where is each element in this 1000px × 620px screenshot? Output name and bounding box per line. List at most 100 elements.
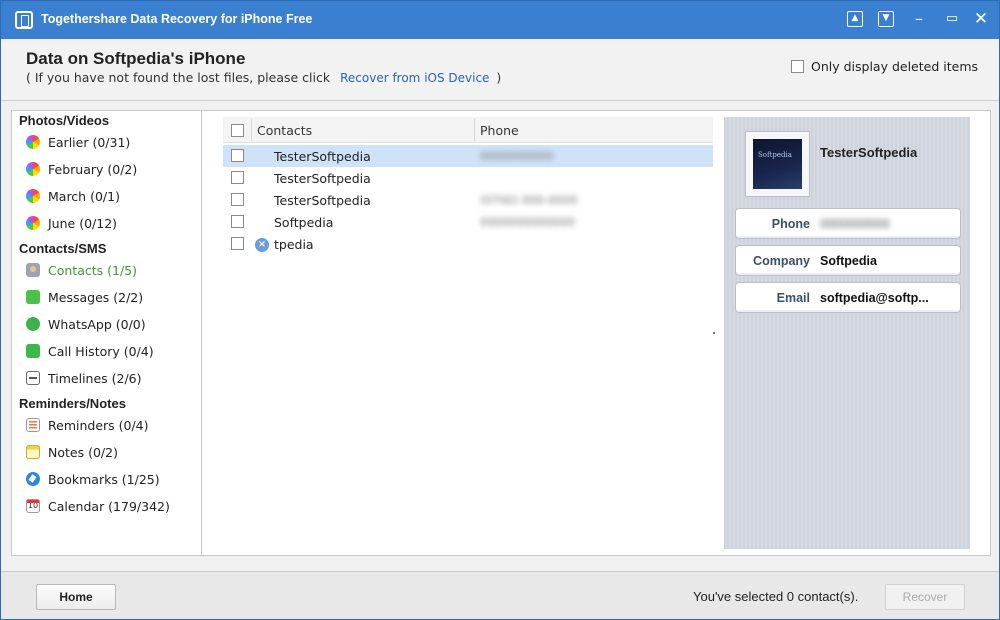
upload-icon[interactable]: ▲ [847, 11, 863, 27]
sidebar-item-label: Notes (0/2) [48, 444, 118, 460]
detail-field-phone: Phone 0000000000 [735, 208, 961, 239]
photos-icon [26, 216, 40, 230]
detail-label-company: Company [753, 254, 810, 268]
table-row[interactable]: TesterSoftpedia (0700) 000-0000 [223, 189, 713, 211]
whatsapp-icon [26, 317, 40, 331]
sidebar-item-label: June (0/12) [48, 215, 118, 231]
column-divider [251, 119, 252, 141]
detail-value-email: softpedia@softp... [820, 291, 929, 305]
table-header: Contacts Phone [223, 117, 713, 143]
reminders-icon [26, 418, 40, 432]
sidebar-item-call-history[interactable]: Call History (0/4) [26, 341, 154, 361]
sidebar-item-bookmarks[interactable]: Bookmarks (1/25) [26, 469, 160, 489]
detail-label-email: Email [776, 291, 810, 305]
table-row[interactable]: × tpedia [223, 233, 713, 255]
table-row[interactable]: TesterSoftpedia 0000000000 [223, 145, 713, 167]
only-deleted-label: Only display deleted items [811, 59, 979, 74]
table-row[interactable]: Softpedia 0000000000000 [223, 211, 713, 233]
contact-name: TesterSoftpedia [274, 171, 371, 186]
close-icon[interactable]: ✕ [973, 11, 989, 28]
maximize-icon[interactable]: ▭ [944, 11, 960, 27]
sidebar-item-label: Contacts (1/5) [48, 262, 137, 278]
category-photos-videos: Photos/Videos [19, 113, 110, 128]
contacts-icon [26, 263, 40, 277]
sidebar-item-february[interactable]: February (0/2) [26, 159, 137, 179]
selection-status: You've selected 0 contact(s). [693, 589, 859, 604]
row-checkbox[interactable] [231, 193, 244, 206]
detail-contact-name: TesterSoftpedia [820, 145, 918, 160]
row-checkbox[interactable] [231, 171, 244, 184]
sidebar-item-label: Calendar (179/342) [48, 498, 170, 514]
sidebar-item-label: WhatsApp (0/0) [48, 316, 146, 332]
only-deleted-checkbox[interactable] [791, 60, 804, 73]
recover-from-ios-link[interactable]: Recover from iOS Device [340, 71, 489, 85]
home-button[interactable]: Home [36, 584, 116, 610]
sidebar-item-march[interactable]: March (0/1) [26, 186, 120, 206]
column-resize-handle[interactable] [713, 332, 715, 334]
sidebar-item-label: Call History (0/4) [48, 343, 154, 359]
notes-icon [26, 445, 40, 459]
sidebar-item-june[interactable]: June (0/12) [26, 213, 117, 233]
sidebar-item-whatsapp[interactable]: WhatsApp (0/0) [26, 314, 146, 334]
category-contacts-sms: Contacts/SMS [19, 241, 107, 256]
timelines-icon [26, 371, 40, 385]
contact-phone: 0000000000 [480, 149, 554, 163]
avatar-image: Softpedia [753, 139, 802, 189]
minimize-icon[interactable]: – [911, 11, 927, 27]
recover-button[interactable]: Recover [885, 584, 965, 610]
column-header-phone[interactable]: Phone [480, 123, 519, 138]
hint-suffix: ) [496, 70, 502, 85]
sidebar-item-calendar[interactable]: 10 Calendar (179/342) [26, 496, 170, 516]
contact-details-panel: Softpedia TesterSoftpedia Phone 00000000… [724, 117, 970, 549]
sidebar-item-contacts[interactable]: Contacts (1/5) [26, 260, 137, 280]
contact-name: TesterSoftpedia [274, 149, 371, 164]
sidebar-item-timelines[interactable]: Timelines (2/6) [26, 368, 142, 388]
contact-phone: (0700) 000-0000 [480, 193, 578, 207]
sidebar-item-label: Earlier (0/31) [48, 134, 131, 150]
sidebar-item-label: March (0/1) [48, 188, 120, 204]
category-reminders-notes: Reminders/Notes [19, 396, 126, 411]
photos-icon [26, 189, 40, 203]
avatar-caption: Softpedia [758, 151, 792, 159]
page-title: Data on Softpedia's iPhone [26, 49, 246, 68]
main-panel: Photos/Videos Earlier (0/31) February (0… [11, 110, 991, 556]
photos-icon [26, 162, 40, 176]
contact-name: tpedia [274, 237, 314, 252]
footer-bar: Home You've selected 0 contact(s). Recov… [1, 571, 999, 619]
contact-phone: 0000000000000 [480, 215, 576, 229]
select-all-checkbox[interactable] [231, 124, 244, 137]
sidebar-item-reminders[interactable]: Reminders (0/4) [26, 415, 149, 435]
row-checkbox[interactable] [231, 149, 244, 162]
hint-prefix: ( If you have not found the lost files, … [26, 70, 331, 85]
title-bar: Togethershare Data Recovery for iPhone F… [1, 1, 999, 39]
contact-name: TesterSoftpedia [274, 193, 371, 208]
contacts-table: Contacts Phone TesterSoftpedia 000000000… [223, 117, 715, 547]
row-checkbox[interactable] [231, 237, 244, 250]
sidebar: Photos/Videos Earlier (0/31) February (0… [12, 111, 202, 555]
detail-field-company: Company Softpedia [735, 245, 961, 276]
sidebar-item-messages[interactable]: Messages (2/2) [26, 287, 143, 307]
calendar-icon: 10 [26, 499, 40, 513]
page-header: Data on Softpedia's iPhone ( If you have… [1, 39, 999, 101]
row-checkbox[interactable] [231, 215, 244, 228]
detail-value-company: Softpedia [820, 254, 877, 268]
avatar: Softpedia [745, 131, 810, 197]
app-phone-icon [15, 11, 33, 29]
table-row[interactable]: TesterSoftpedia [223, 167, 713, 189]
hint-text: ( If you have not found the lost files, … [26, 70, 501, 85]
sidebar-item-label: Messages (2/2) [48, 289, 144, 305]
column-header-contacts[interactable]: Contacts [257, 123, 312, 138]
contact-name: Softpedia [274, 215, 334, 230]
detail-field-email: Email softpedia@softp... [735, 282, 961, 313]
download-icon[interactable]: ▼ [878, 11, 894, 27]
app-window: Togethershare Data Recovery for iPhone F… [0, 0, 1000, 620]
bookmarks-icon [26, 472, 40, 486]
sidebar-item-label: Bookmarks (1/25) [48, 471, 160, 487]
detail-value-phone: 0000000000 [820, 217, 890, 231]
sidebar-item-notes[interactable]: Notes (0/2) [26, 442, 118, 462]
sidebar-item-earlier[interactable]: Earlier (0/31) [26, 132, 130, 152]
column-divider [474, 119, 475, 141]
only-deleted-toggle[interactable]: Only display deleted items [791, 59, 978, 74]
messages-icon [26, 290, 40, 304]
photos-icon [26, 135, 40, 149]
